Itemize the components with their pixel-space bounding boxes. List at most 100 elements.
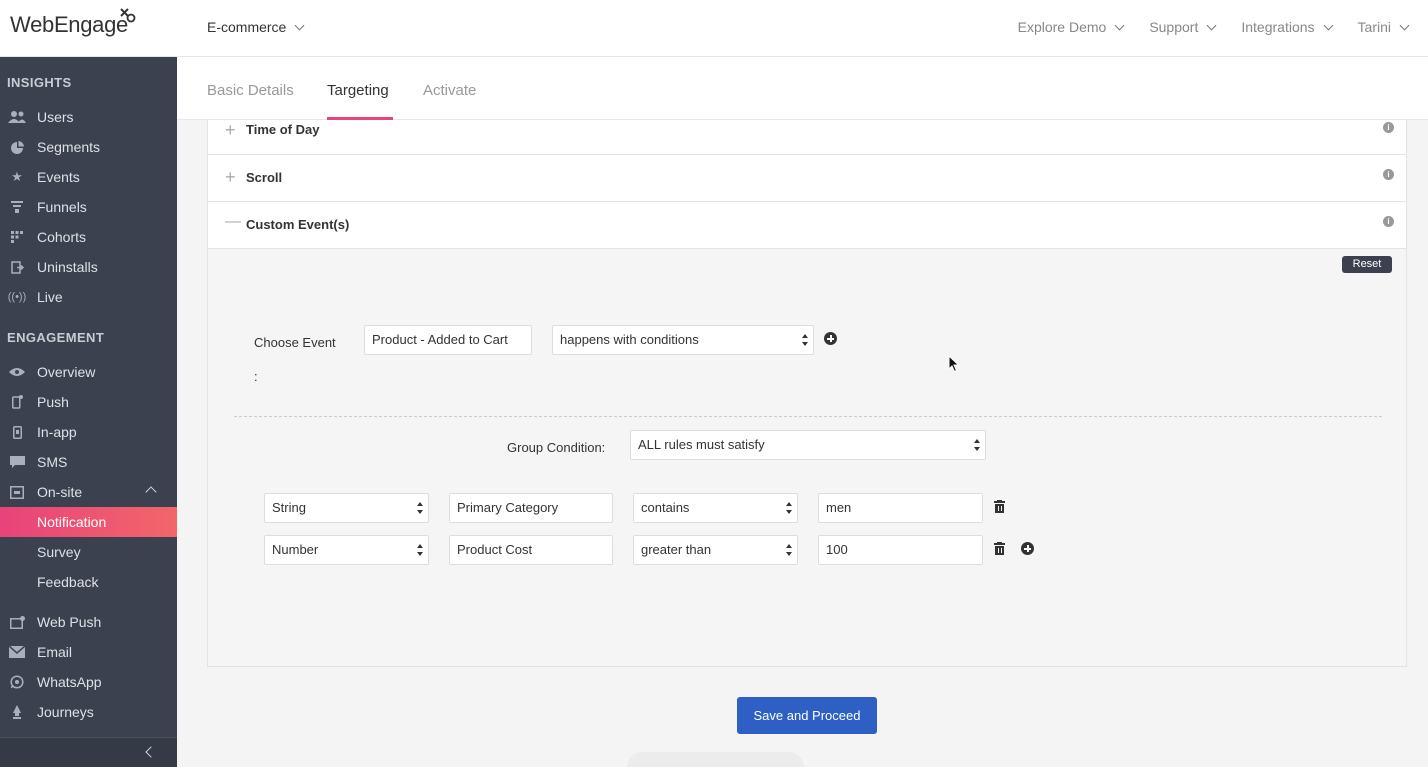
chevron-left-icon	[145, 746, 157, 758]
push-icon	[8, 395, 26, 409]
select-arrows-icon	[786, 544, 792, 556]
group-condition-label: Group Condition:	[507, 440, 606, 455]
add-rule-icon[interactable]	[1021, 542, 1034, 555]
section-scroll[interactable]: + Scroll i	[207, 154, 1407, 202]
sidebar-item-push[interactable]: Push	[0, 387, 177, 417]
sidebar-item-feedback[interactable]: Feedback	[0, 567, 177, 597]
rule-2-operator-select[interactable]: greater than	[633, 535, 798, 565]
sidebar-item-web-push[interactable]: Web Push	[0, 607, 177, 637]
sidebar: INSIGHTS Users Segments ★ Events Funnels …	[0, 57, 177, 767]
pie-icon	[8, 140, 26, 154]
select-arrows-icon	[974, 439, 980, 451]
colon-label: :	[254, 369, 258, 384]
sidebar-item-cohorts[interactable]: Cohorts	[0, 222, 177, 252]
sidebar-item-journeys[interactable]: Journeys	[0, 697, 177, 727]
info-icon[interactable]: i	[1383, 169, 1394, 180]
sidebar-item-survey[interactable]: Survey	[0, 537, 177, 567]
onsite-icon	[8, 485, 26, 499]
sidebar-item-segments[interactable]: Segments	[0, 132, 177, 162]
inapp-icon	[8, 425, 26, 439]
sidebar-item-in-app[interactable]: In-app	[0, 417, 177, 447]
section-title: Custom Event(s)	[246, 217, 350, 232]
sidebar-item-notification[interactable]: Notification	[0, 507, 177, 537]
section-title: Scroll	[246, 170, 283, 185]
uninstall-icon	[8, 260, 26, 274]
sidebar-item-live[interactable]: ((•)) Live	[0, 282, 177, 312]
event-condition-value: happens with conditions	[560, 332, 699, 347]
nav-support[interactable]: Support	[1149, 19, 1217, 35]
eye-icon	[8, 365, 26, 379]
section-custom-events[interactable]: — Custom Event(s) i	[207, 201, 1407, 249]
rule-2-property-input[interactable]: Product Cost	[449, 535, 613, 565]
rule-operator-value: greater than	[641, 542, 712, 557]
custom-events-panel: Reset Choose Event : Product - Added to …	[207, 249, 1407, 667]
rule-1-type-select[interactable]: String	[264, 493, 429, 523]
tab-activate[interactable]: Activate	[423, 82, 476, 99]
save-and-proceed-button[interactable]: Save and Proceed	[737, 697, 877, 734]
rule-1-property-input[interactable]: Primary Category	[449, 493, 613, 523]
nav-explore-demo[interactable]: Explore Demo	[1018, 19, 1125, 35]
event-condition-select[interactable]: happens with conditions	[552, 325, 814, 355]
users-icon	[8, 110, 26, 124]
delete-rule-1-icon[interactable]	[994, 500, 1005, 513]
select-arrows-icon	[802, 334, 808, 346]
nav-user-menu[interactable]: Tarini	[1358, 19, 1410, 35]
sidebar-item-events[interactable]: ★ Events	[0, 162, 177, 192]
mouse-cursor-icon	[948, 355, 960, 373]
expand-plus-icon: +	[225, 120, 236, 140]
chevron-down-icon	[1323, 20, 1333, 30]
section-time-of-day[interactable]: + Time of Day i	[207, 120, 1407, 155]
events-icon: ★	[11, 169, 23, 184]
select-arrows-icon	[417, 502, 423, 514]
sidebar-item-overview[interactable]: Overview	[0, 357, 177, 387]
email-icon	[8, 645, 26, 659]
logo-text: WebEngage	[10, 12, 128, 37]
tab-basic-details[interactable]: Basic Details	[207, 82, 294, 99]
sidebar-item-uninstalls[interactable]: Uninstalls	[0, 252, 177, 282]
group-condition-select[interactable]: ALL rules must satisfy	[630, 430, 986, 460]
delete-rule-2-icon[interactable]	[994, 542, 1005, 555]
webengage-logo[interactable]: WebEngage	[10, 8, 136, 38]
select-arrows-icon	[417, 544, 423, 556]
journeys-icon	[8, 705, 26, 719]
live-icon: ((•))	[7, 291, 27, 303]
chevron-up-icon	[145, 486, 157, 498]
chevron-down-icon	[1206, 20, 1217, 30]
sidebar-item-whatsapp[interactable]: WhatsApp	[0, 667, 177, 697]
insights-section-title: INSIGHTS	[7, 75, 72, 90]
sidebar-item-on-site[interactable]: On-site	[0, 477, 177, 507]
info-icon[interactable]: i	[1383, 216, 1394, 227]
rule-1-value-input[interactable]: men	[818, 493, 983, 523]
top-bar: WebEngage E-commerce Explore Demo Suppor…	[0, 0, 1428, 57]
sms-icon	[8, 455, 26, 469]
top-nav: Explore Demo Support Integrations Tarini	[1018, 19, 1410, 35]
choose-event-label: Choose Event	[254, 335, 336, 350]
expand-plus-icon: +	[225, 167, 236, 187]
rule-2-type-select[interactable]: Number	[264, 535, 429, 565]
wizard-tabs: Basic Details Targeting Activate	[177, 57, 1428, 120]
project-selector[interactable]: E-commerce	[207, 19, 305, 35]
grid-icon	[8, 230, 26, 244]
floating-widget[interactable]	[627, 752, 804, 767]
add-event-icon[interactable]	[824, 332, 837, 345]
sidebar-item-users[interactable]: Users	[0, 102, 177, 132]
group-condition-value: ALL rules must satisfy	[638, 437, 765, 452]
rule-operator-value: contains	[641, 500, 690, 515]
reset-button[interactable]: Reset	[1342, 256, 1392, 273]
sidebar-item-email[interactable]: Email	[0, 637, 177, 667]
project-name: E-commerce	[207, 19, 287, 35]
rule-2-value-input[interactable]: 100	[818, 535, 983, 565]
info-icon[interactable]: i	[1383, 122, 1394, 133]
chevron-down-icon	[294, 20, 305, 30]
sidebar-collapse-button[interactable]	[0, 737, 177, 767]
chevron-down-icon	[1399, 20, 1410, 30]
sidebar-item-sms[interactable]: SMS	[0, 447, 177, 477]
nav-integrations[interactable]: Integrations	[1241, 19, 1333, 35]
rule-1-operator-select[interactable]: contains	[633, 493, 798, 523]
tab-targeting[interactable]: Targeting	[327, 82, 389, 99]
whatsapp-icon	[8, 675, 26, 689]
select-arrows-icon	[786, 502, 792, 514]
event-name-input[interactable]: Product - Added to Cart	[364, 325, 532, 355]
rule-type-value: Number	[272, 542, 319, 557]
sidebar-item-funnels[interactable]: Funnels	[0, 192, 177, 222]
